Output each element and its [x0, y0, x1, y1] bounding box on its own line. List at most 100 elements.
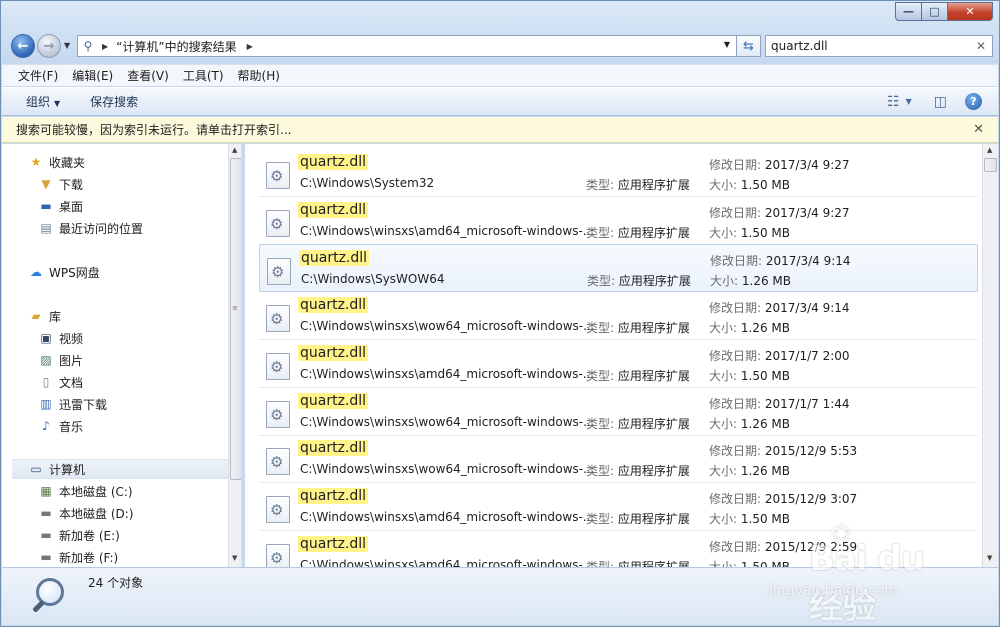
menu-view[interactable]: 查看(V) — [127, 67, 169, 84]
cloud-icon: ☁ — [30, 265, 42, 279]
file-name: quartz.dll — [298, 393, 369, 409]
nav-disk-d[interactable]: ▬ 本地磁盘 (D:) — [38, 503, 133, 523]
clear-search-icon[interactable]: ✕ — [976, 39, 986, 53]
size-label: 大小: — [710, 274, 739, 288]
star-icon: ★ — [30, 155, 42, 169]
view-options-icon[interactable]: ☷ — [887, 94, 900, 110]
result-row[interactable]: quartz.dll C:\Windows\winsxs\amd64_micros… — [259, 340, 978, 388]
dll-file-icon — [266, 305, 290, 332]
help-icon[interactable]: ? — [965, 93, 982, 110]
nav-documents[interactable]: ▯ 文档 — [38, 372, 83, 392]
type-value: 应用程序扩展 — [617, 178, 690, 192]
result-row[interactable]: quartz.dll C:\Windows\System32 类型: 应用程序扩展 修… — [259, 149, 978, 197]
file-name: quartz.dll — [298, 345, 369, 361]
arrow-left-icon: ← — [17, 38, 29, 54]
result-row[interactable]: quartz.dll C:\Windows\winsxs\amd64_micros… — [259, 197, 978, 245]
arrow-right-icon: → — [43, 38, 55, 54]
nav-music[interactable]: ♪ 音乐 — [38, 416, 83, 436]
nav-label: 文档 — [59, 375, 84, 390]
file-type: 类型: 应用程序扩展 — [586, 176, 690, 193]
nav-libraries[interactable]: ▰ 库 — [28, 306, 61, 326]
close-button[interactable]: ✕ — [948, 2, 993, 21]
back-button[interactable]: ← — [11, 34, 35, 58]
nav-label: 视频 — [59, 331, 84, 346]
size-value: 1.50 MB — [740, 512, 790, 526]
scroll-up-icon[interactable]: ▲ — [987, 146, 992, 154]
nav-label: 收藏夹 — [49, 155, 86, 170]
recent-places-icon: ▤ — [40, 221, 52, 235]
history-dropdown-icon[interactable]: ▼ — [64, 41, 70, 50]
scroll-down-icon[interactable]: ▼ — [232, 554, 237, 562]
search-value: quartz.dll — [771, 39, 828, 53]
grip-icon: ≡ — [232, 304, 238, 312]
nav-disk-f[interactable]: ▬ 新加卷 (F:) — [38, 547, 118, 567]
info-message: 搜索可能较慢，因为索引未运行。请单击打开索引... — [16, 123, 292, 137]
results-scrollbar[interactable]: ▲ ▼ — [982, 144, 998, 567]
scroll-up-icon[interactable]: ▲ — [232, 146, 237, 154]
date-value: 2017/1/7 2:00 — [764, 349, 850, 363]
nav-scrollbar[interactable]: ▲ ≡ ▼ — [228, 144, 241, 567]
file-size: 大小: 1.50 MB — [709, 367, 790, 384]
caption-buttons: — □ ✕ — [895, 2, 993, 21]
nav-pictures[interactable]: ▨ 图片 — [38, 350, 83, 370]
nav-recent[interactable]: ▤ 最近访问的位置 — [38, 218, 143, 238]
maximize-button[interactable]: □ — [922, 2, 948, 21]
nav-desktop[interactable]: ▬ 桌面 — [38, 196, 83, 216]
index-info-bar[interactable]: 搜索可能较慢，因为索引未运行。请单击打开索引... ✕ — [2, 117, 998, 143]
watermark-url: jingyan.baidu.com — [769, 583, 899, 599]
result-row[interactable]: quartz.dll C:\Windows\winsxs\amd64_micros… — [259, 483, 978, 531]
chevron-down-icon[interactable]: ▼ — [906, 97, 912, 106]
nav-scroll-thumb[interactable] — [230, 158, 241, 480]
nav-wps[interactable]: ☁ WPS网盘 — [28, 262, 100, 282]
size-label: 大小: — [709, 512, 738, 526]
menu-file[interactable]: 文件(F) — [18, 67, 58, 84]
size-value: 1.26 MB — [740, 464, 790, 478]
file-date: 修改日期: 2017/1/7 2:00 — [709, 347, 850, 364]
nav-disk-c[interactable]: ▦ 本地磁盘 (C:) — [38, 481, 132, 501]
nav-thunder[interactable]: ▥ 迅雷下载 — [38, 394, 107, 414]
forward-button[interactable]: → — [37, 34, 61, 58]
file-path: C:\Windows\winsxs\amd64_microsoft-window… — [300, 224, 595, 238]
results-scroll-thumb[interactable] — [984, 158, 997, 172]
save-search-button[interactable]: 保存搜索 — [90, 93, 138, 110]
address-dropdown-icon[interactable]: ▼ — [724, 40, 730, 49]
menu-tools[interactable]: 工具(T) — [183, 67, 224, 84]
nav-downloads[interactable]: ▼ 下载 — [38, 174, 83, 194]
menu-edit[interactable]: 编辑(E) — [72, 67, 113, 84]
minimize-button[interactable]: — — [895, 2, 922, 21]
command-bar-right: ☷ ▼ ◫ ? — [875, 93, 982, 110]
result-row[interactable]: quartz.dll C:\Windows\SysWOW64 类型: 应用程序扩展 修… — [259, 244, 978, 292]
address-bar[interactable]: ⚲ ▶ “计算机”中的搜索结果 ▶ ▼ — [77, 35, 737, 57]
breadcrumb-current[interactable]: “计算机”中的搜索结果 — [116, 38, 236, 55]
close-icon[interactable]: ✕ — [973, 122, 984, 137]
result-row[interactable]: quartz.dll C:\Windows\winsxs\wow64_micros… — [259, 435, 978, 483]
drive-icon: ▬ — [40, 506, 52, 520]
type-value: 应用程序扩展 — [617, 226, 690, 240]
file-name: quartz.dll — [298, 154, 369, 170]
result-row[interactable]: quartz.dll C:\Windows\winsxs\wow64_micros… — [259, 388, 978, 436]
scroll-down-icon[interactable]: ▼ — [987, 554, 992, 562]
breadcrumb-chevron-icon[interactable]: ▶ — [247, 42, 253, 51]
refresh-button[interactable]: ⇆ — [737, 35, 761, 57]
menu-help[interactable]: 帮助(H) — [238, 67, 280, 84]
dll-file-icon — [266, 162, 290, 189]
nav-disk-e[interactable]: ▬ 新加卷 (E:) — [38, 525, 119, 545]
date-label: 修改日期: — [709, 301, 762, 315]
nav-videos[interactable]: ▣ 视频 — [38, 328, 83, 348]
preview-pane-icon[interactable]: ◫ — [934, 94, 947, 110]
nav-label: 新加卷 (F:) — [59, 550, 119, 565]
organize-button[interactable]: 组织 ▼ — [26, 93, 60, 110]
nav-favorites[interactable]: ★ 收藏夹 — [28, 152, 85, 172]
pictures-icon: ▨ — [40, 353, 52, 367]
search-input[interactable]: quartz.dll ✕ — [765, 35, 993, 57]
nav-computer[interactable]: ▭ 计算机 — [12, 459, 228, 479]
drive-icon: ▬ — [40, 550, 52, 564]
breadcrumb-chevron-icon[interactable]: ▶ — [102, 42, 108, 51]
result-row[interactable]: quartz.dll C:\Windows\winsxs\wow64_micros… — [259, 292, 978, 340]
file-name: quartz.dll — [298, 440, 369, 456]
type-value: 应用程序扩展 — [617, 512, 690, 526]
explorer-window: — □ ✕ ← → ▼ ⚲ ▶ “计算机”中的搜索结果 ▶ ▼ ⇆ quartz… — [0, 0, 1000, 627]
file-type: 类型: 应用程序扩展 — [586, 558, 690, 567]
size-value: 1.26 MB — [740, 321, 790, 335]
drive-icon: ▬ — [40, 528, 52, 542]
